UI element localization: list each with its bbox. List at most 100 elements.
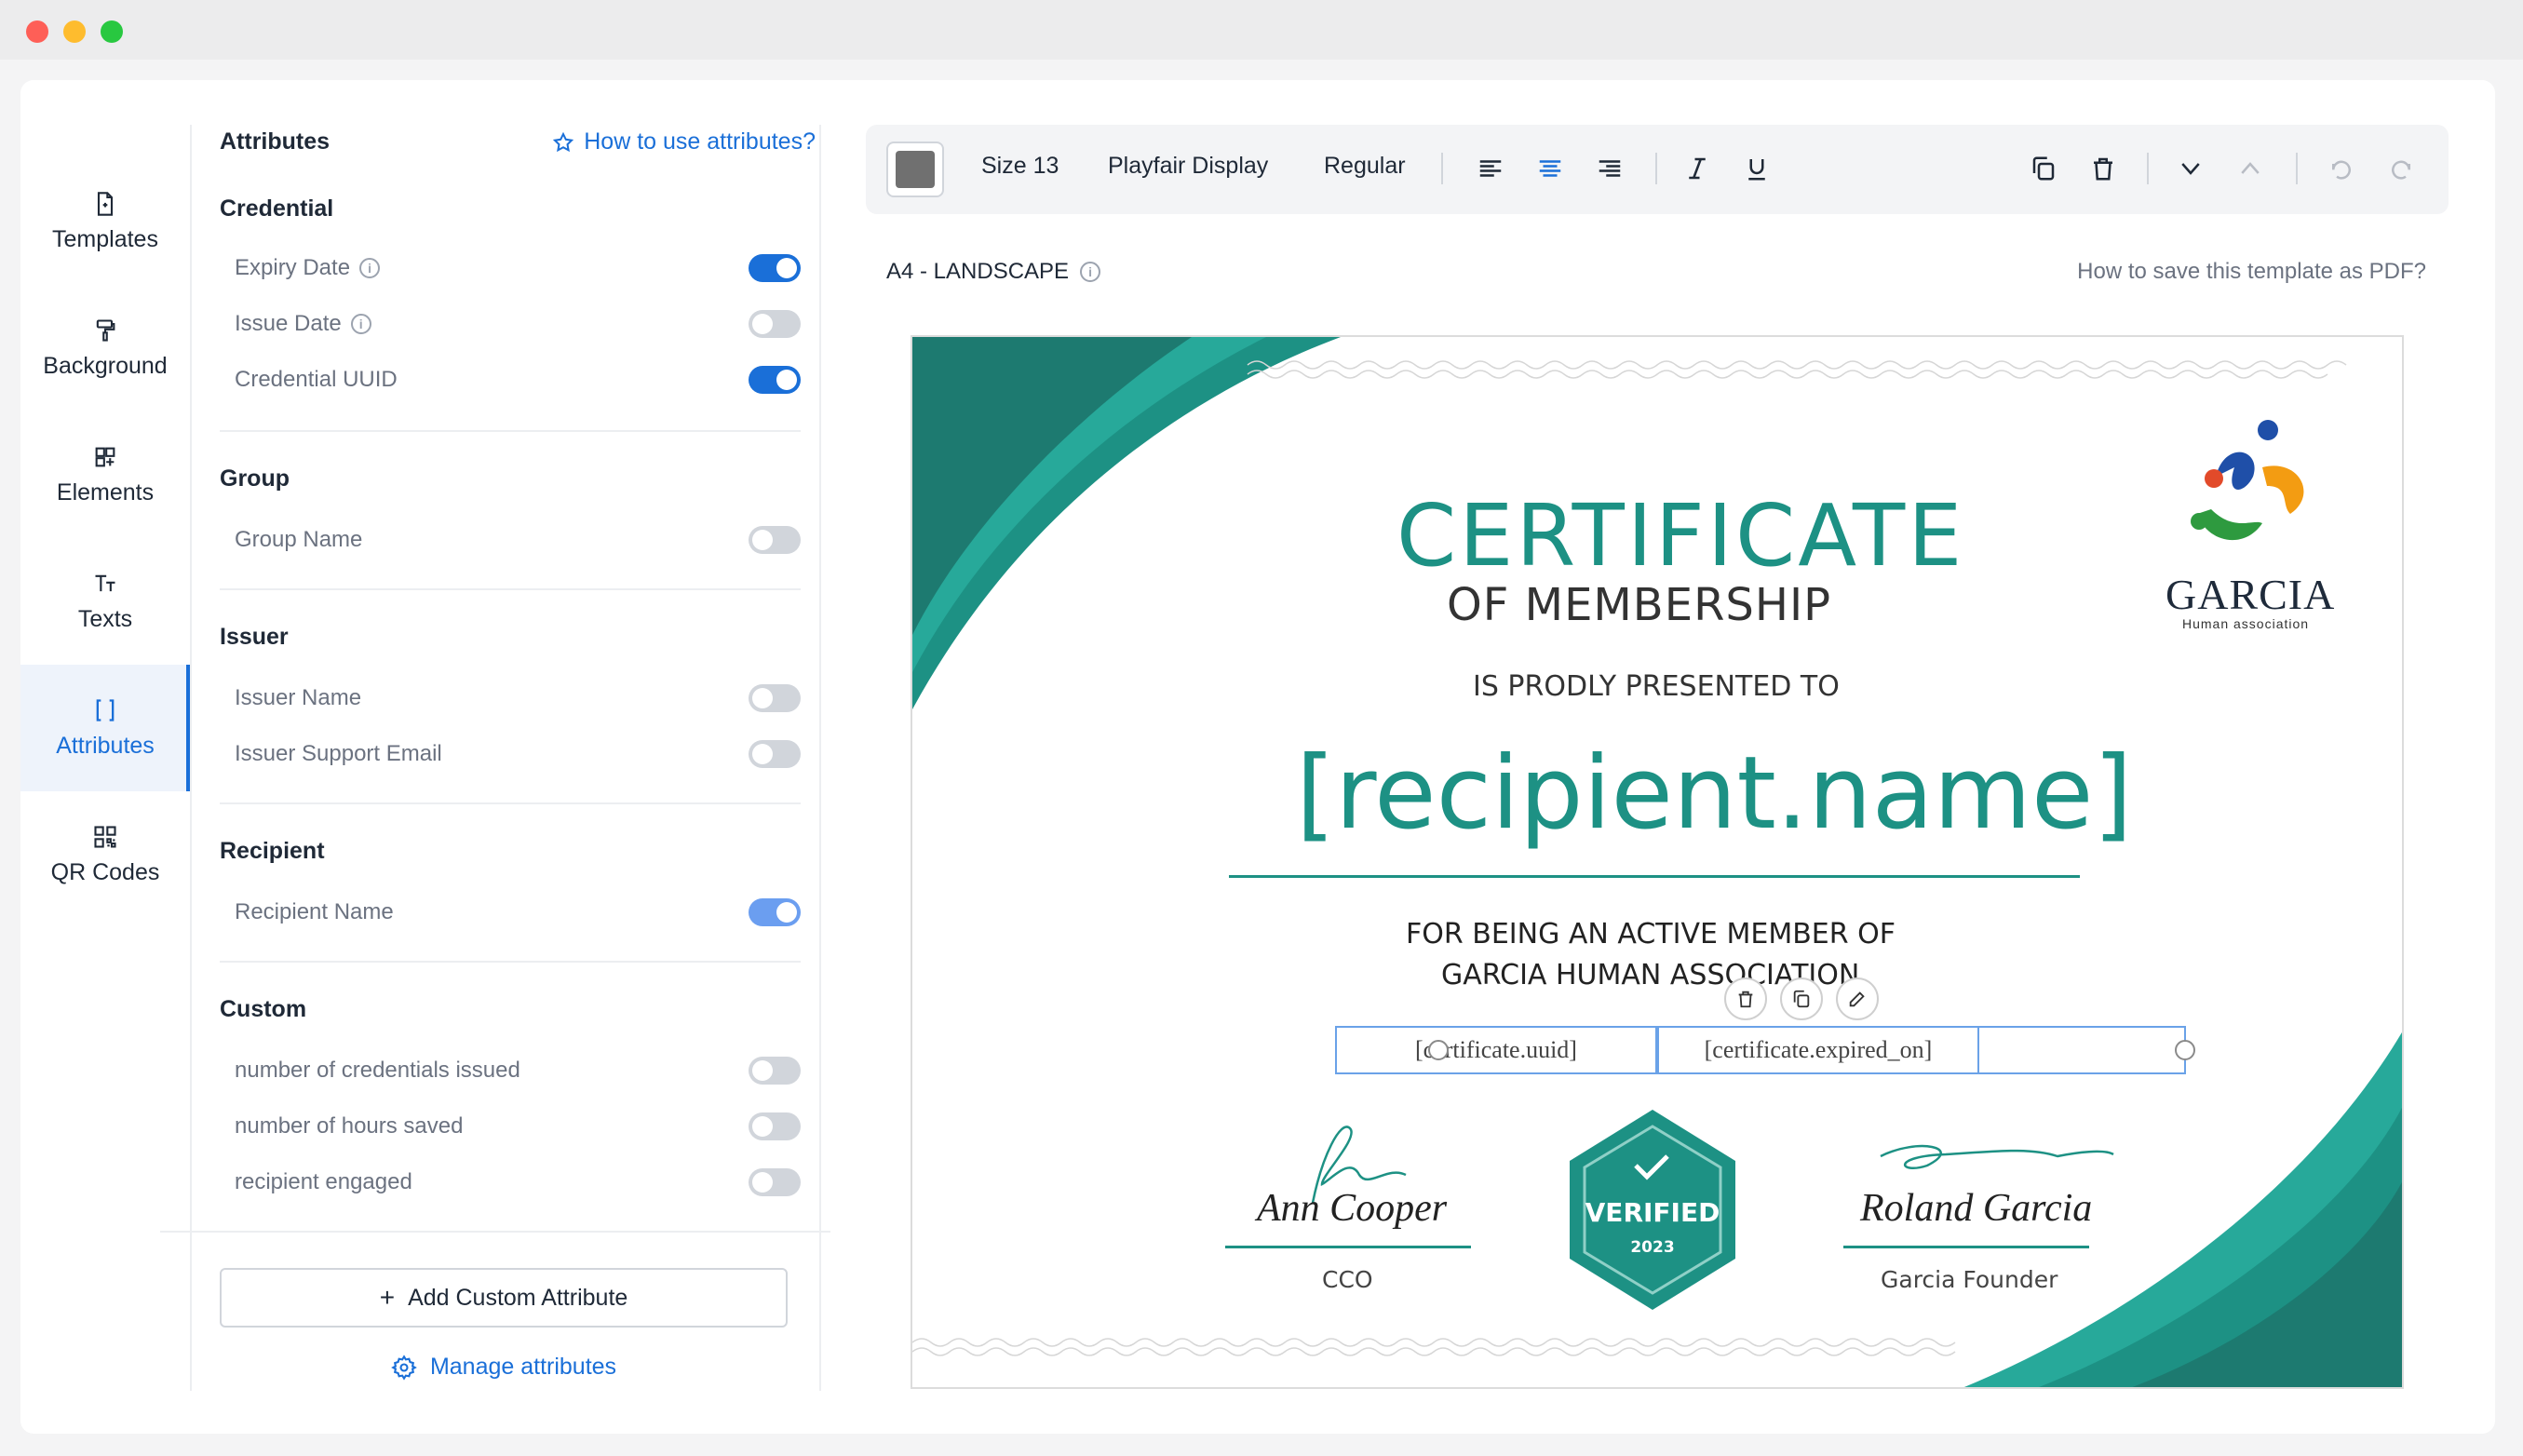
help-link-label: How to use attributes?: [584, 128, 816, 155]
reason-line-1[interactable]: FOR BEING AN ACTIVE MEMBER OF: [1406, 918, 1896, 950]
recipient-name-toggle[interactable]: [749, 898, 801, 926]
qr-code-icon: [94, 825, 116, 848]
duplicate-button[interactable]: [2028, 153, 2059, 184]
attribute-label: number of credentials issued: [235, 1058, 520, 1083]
attributes-panel: Attributes How to use attributes? Creden…: [160, 80, 830, 1434]
signer-2-signature[interactable]: Roland Garcia: [1860, 1186, 2092, 1231]
recipient-name-placeholder[interactable]: [recipient.name]: [1296, 735, 2133, 852]
sidebar-item-label: Attributes: [56, 732, 155, 759]
issue-date-toggle[interactable]: [749, 310, 801, 338]
align-center-icon: [1539, 160, 1561, 177]
element-delete-button[interactable]: [1724, 977, 1767, 1020]
attribute-label: Recipient Name: [235, 899, 394, 924]
align-center-button[interactable]: [1534, 153, 1566, 184]
redo-button[interactable]: [2385, 153, 2417, 184]
sidebar-item-attributes[interactable]: Attributes: [20, 665, 190, 791]
italic-button[interactable]: [1681, 153, 1713, 184]
copy-icon: [2032, 156, 2055, 181]
sidebar-item-label: Templates: [52, 225, 158, 252]
element-edit-button[interactable]: [1836, 977, 1879, 1020]
sidebar-item-texts[interactable]: Texts: [20, 538, 190, 665]
paint-roller-icon: [96, 318, 115, 342]
elements-icon: [95, 447, 115, 466]
name-underline: [1229, 875, 2080, 878]
redo-icon: [2392, 160, 2410, 180]
attribute-row-group-name: Group Name: [235, 521, 801, 559]
signer-1-role[interactable]: CCO: [1322, 1266, 1373, 1293]
section-divider: [220, 961, 801, 963]
sidebar-item-templates[interactable]: Templates: [20, 158, 190, 285]
attribute-row-issuer-name: Issuer Name: [235, 680, 801, 717]
info-icon[interactable]: i: [1080, 262, 1101, 282]
presented-to-text[interactable]: IS PRODLY PRESENTED TO: [1473, 670, 1840, 703]
org-logo-tagline[interactable]: Human association: [2182, 616, 2309, 631]
font-family-select[interactable]: Playfair Display: [1108, 153, 1268, 180]
attribute-row-expiry-date: Expiry Date i: [235, 249, 801, 287]
delete-button[interactable]: [2087, 153, 2119, 184]
signer-1-signature[interactable]: Ann Cooper: [1257, 1186, 1447, 1231]
how-to-use-attributes-link[interactable]: How to use attributes?: [552, 128, 816, 155]
recipient-engaged-toggle[interactable]: [749, 1168, 801, 1196]
panel-title: Attributes: [220, 128, 331, 155]
expiry-date-toggle[interactable]: [749, 254, 801, 282]
section-title-custom: Custom: [220, 996, 307, 1022]
window-titlebar: [0, 0, 2523, 60]
sidebar-item-label: QR Codes: [50, 858, 160, 885]
hours-saved-toggle[interactable]: [749, 1112, 801, 1140]
save-as-pdf-link[interactable]: How to save this template as PDF?: [2077, 259, 2426, 285]
manage-attributes-link[interactable]: Manage attributes: [220, 1354, 788, 1381]
move-up-button[interactable]: [2234, 153, 2266, 184]
panel-footer-divider: [160, 1231, 830, 1233]
sidebar-item-label: Background: [43, 352, 168, 379]
align-left-button[interactable]: [1475, 153, 1506, 184]
brackets-icon: [96, 698, 115, 721]
copy-icon: [1793, 990, 1810, 1008]
align-right-button[interactable]: [1594, 153, 1626, 184]
resize-handle-right[interactable]: [2175, 1040, 2195, 1060]
color-swatch: [896, 151, 935, 188]
certificate-title[interactable]: CERTIFICATE: [1396, 486, 1964, 586]
text-color-picker[interactable]: [886, 142, 944, 197]
text-size-icon: [95, 574, 115, 591]
sidebar-item-background[interactable]: Background: [20, 285, 190, 411]
align-left-icon: [1479, 160, 1502, 177]
signer-2-role[interactable]: Garcia Founder: [1881, 1266, 2058, 1293]
star-icon: [553, 131, 574, 152]
info-icon[interactable]: i: [350, 314, 371, 334]
toolbar-separator: [2147, 153, 2149, 184]
nav-divider: [190, 125, 192, 1391]
attribute-row-recipient-engaged: recipient engaged: [235, 1164, 801, 1201]
toolbar-separator: [1441, 153, 1443, 184]
credentials-issued-toggle[interactable]: [749, 1057, 801, 1085]
font-weight-select[interactable]: Regular: [1324, 153, 1406, 180]
resize-handle-left[interactable]: [1428, 1040, 1449, 1060]
certificate-canvas[interactable]: CERTIFICATE OF MEMBERSHIP IS PRODLY PRES…: [911, 335, 2404, 1389]
certificate-subtitle[interactable]: OF MEMBERSHIP: [1447, 579, 1831, 631]
element-actions: [1724, 977, 1879, 1020]
attribute-row-credentials-issued: number of credentials issued: [235, 1052, 801, 1089]
attribute-row-credential-uuid: Credential UUID: [235, 361, 801, 398]
section-title-credential: Credential: [220, 195, 334, 222]
group-name-toggle[interactable]: [749, 526, 801, 554]
font-size-select[interactable]: Size 13: [981, 153, 1059, 180]
move-down-button[interactable]: [2175, 153, 2206, 184]
certificate-uuid-field[interactable]: [certificate.uuid]: [1335, 1026, 1657, 1074]
sidebar-item-qr-codes[interactable]: QR Codes: [20, 791, 190, 918]
maximize-window-button[interactable]: [101, 20, 123, 43]
issuer-name-toggle[interactable]: [749, 684, 801, 712]
add-custom-attribute-button[interactable]: + Add Custom Attribute: [220, 1268, 788, 1328]
verified-badge-year: 2023: [1630, 1238, 1675, 1257]
undo-button[interactable]: [2326, 153, 2357, 184]
info-icon[interactable]: i: [359, 258, 381, 278]
attribute-label: Issuer Name: [235, 685, 362, 710]
italic-icon: [1689, 157, 1706, 180]
element-duplicate-button[interactable]: [1780, 977, 1823, 1020]
credential-uuid-toggle[interactable]: [749, 366, 801, 394]
sidebar-item-elements[interactable]: Elements: [20, 411, 190, 538]
minimize-window-button[interactable]: [63, 20, 86, 43]
org-logo-name[interactable]: GARCIA: [2165, 570, 2335, 619]
issuer-support-email-toggle[interactable]: [749, 740, 801, 768]
underline-button[interactable]: [1741, 153, 1773, 184]
certificate-expiry-field[interactable]: [certificate.expired_on]: [1657, 1026, 1979, 1074]
close-window-button[interactable]: [26, 20, 48, 43]
